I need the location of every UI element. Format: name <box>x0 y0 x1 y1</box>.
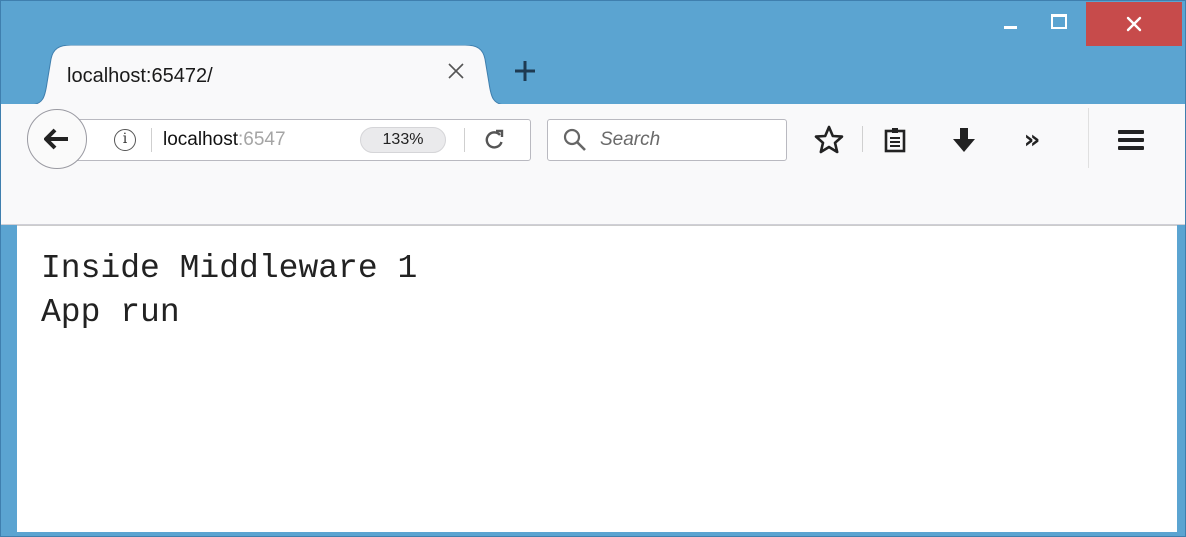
output-line: App run <box>41 294 180 331</box>
url-port: :6547 <box>238 129 286 150</box>
maximize-icon <box>1051 13 1067 29</box>
divider <box>862 126 863 152</box>
close-icon <box>1126 16 1142 32</box>
divider <box>1088 108 1089 168</box>
menu-button[interactable] <box>1113 122 1149 158</box>
url-bar[interactable]: i localhost:6547 133% <box>61 119 531 161</box>
plus-icon <box>515 61 535 81</box>
divider <box>151 128 152 152</box>
downloads-button[interactable] <box>946 122 982 158</box>
divider <box>464 128 465 152</box>
tab-active[interactable]: localhost:65472/ <box>29 45 507 105</box>
reload-button[interactable] <box>479 124 511 156</box>
output-line: Inside Middleware 1 <box>41 250 418 287</box>
minimize-icon <box>1003 25 1017 29</box>
back-arrow-icon <box>44 128 68 150</box>
reload-icon <box>485 129 504 149</box>
zoom-indicator[interactable]: 133% <box>360 127 446 153</box>
minimize-button[interactable] <box>986 1 1034 41</box>
reading-list-button[interactable] <box>877 122 913 158</box>
browser-window: localhost:65472/ i localhost:6547 133% S… <box>0 0 1186 537</box>
download-icon <box>953 128 975 152</box>
maximize-button[interactable] <box>1034 1 1084 41</box>
url-text[interactable]: localhost:6547 <box>163 129 286 151</box>
page-content: Inside Middleware 1 App run <box>17 225 1177 532</box>
close-window-button[interactable] <box>1086 2 1182 46</box>
back-button[interactable] <box>27 109 87 169</box>
close-tab-icon <box>448 63 464 79</box>
tab-close-button[interactable] <box>442 57 470 85</box>
tab-title: localhost:65472/ <box>67 65 213 87</box>
info-icon[interactable]: i <box>114 129 136 151</box>
search-box[interactable]: Search <box>547 119 787 161</box>
hamburger-menu-icon <box>1118 130 1144 150</box>
star-icon <box>814 125 844 154</box>
overflow-button[interactable]: » <box>1014 122 1050 158</box>
reading-list-icon <box>884 128 906 153</box>
bookmark-star-button[interactable] <box>811 122 847 158</box>
url-host: localhost <box>163 129 238 150</box>
new-tab-button[interactable] <box>509 57 541 89</box>
search-icon <box>563 128 586 151</box>
search-placeholder: Search <box>600 129 661 150</box>
navigation-toolbar: i localhost:6547 133% Search » <box>1 104 1185 225</box>
